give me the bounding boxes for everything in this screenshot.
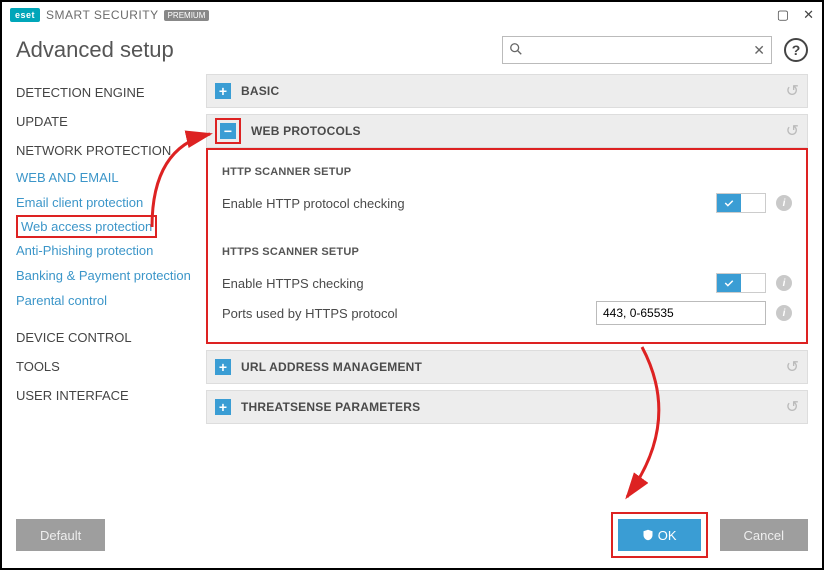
reset-icon[interactable]: ↺ <box>786 357 799 377</box>
reset-icon[interactable]: ↺ <box>786 397 799 417</box>
edition-badge: PREMIUM <box>164 10 210 21</box>
nav-tools[interactable]: TOOLS <box>16 352 206 381</box>
nav-email-client-protection[interactable]: Email client protection <box>16 190 206 215</box>
ok-button-label: OK <box>658 528 677 543</box>
row-https-ports: Ports used by HTTPS protocol i <box>222 298 792 328</box>
window-close-icon[interactable]: ✕ <box>803 7 814 23</box>
section-threatsense[interactable]: + THREATSENSE PARAMETERS ↺ <box>206 390 808 424</box>
enable-http-label: Enable HTTP protocol checking <box>222 196 716 211</box>
search-clear-icon[interactable]: ✕ <box>753 42 765 59</box>
nav-user-interface[interactable]: USER INTERFACE <box>16 381 206 410</box>
search-icon <box>509 42 523 59</box>
ok-button[interactable]: OK <box>618 519 701 551</box>
help-button[interactable]: ? <box>784 38 808 62</box>
shield-icon <box>642 529 654 541</box>
brand-badge: eset <box>10 8 40 22</box>
nav-update[interactable]: UPDATE <box>16 107 206 136</box>
reset-icon[interactable]: ↺ <box>786 81 799 101</box>
web-protocols-body: HTTP SCANNER SETUP Enable HTTP protocol … <box>206 148 808 344</box>
row-enable-http: Enable HTTP protocol checking i <box>222 188 792 218</box>
toggle-enable-http[interactable] <box>716 193 766 213</box>
https-ports-label: Ports used by HTTPS protocol <box>222 306 596 321</box>
window-maximize-icon[interactable]: ▢ <box>777 7 789 23</box>
sidebar: DETECTION ENGINE UPDATE NETWORK PROTECTI… <box>16 74 206 514</box>
search-box[interactable]: ✕ <box>502 36 772 64</box>
section-url-management-title: URL ADDRESS MANAGEMENT <box>241 360 422 374</box>
search-input[interactable] <box>503 37 771 63</box>
reset-icon[interactable]: ↺ <box>786 121 799 141</box>
ok-highlight: OK <box>611 512 708 558</box>
https-scanner-header: HTTPS SCANNER SETUP <box>222 246 792 258</box>
nav-anti-phishing[interactable]: Anti-Phishing protection <box>16 238 206 263</box>
nav-device-control[interactable]: DEVICE CONTROL <box>16 323 206 352</box>
nav-web-access-protection[interactable]: Web access protection <box>16 215 206 238</box>
collapse-icon[interactable]: − <box>220 123 236 139</box>
section-url-management[interactable]: + URL ADDRESS MANAGEMENT ↺ <box>206 350 808 384</box>
nav-parental-control[interactable]: Parental control <box>16 288 206 313</box>
row-enable-https: Enable HTTPS checking i <box>222 268 792 298</box>
default-button[interactable]: Default <box>16 519 105 551</box>
expand-icon[interactable]: + <box>215 399 231 415</box>
section-web-protocols-title: WEB PROTOCOLS <box>251 124 361 138</box>
info-icon[interactable]: i <box>776 275 792 291</box>
cancel-button[interactable]: Cancel <box>720 519 808 551</box>
page-title: Advanced setup <box>16 37 502 63</box>
titlebar: eset SMART SECURITY PREMIUM ▢ ✕ <box>2 2 822 28</box>
expand-icon[interactable]: + <box>215 83 231 99</box>
section-threatsense-title: THREATSENSE PARAMETERS <box>241 400 420 414</box>
section-basic-title: BASIC <box>241 84 279 98</box>
product-name: SMART SECURITY <box>46 8 159 22</box>
enable-https-label: Enable HTTPS checking <box>222 276 716 291</box>
nav-banking-payment[interactable]: Banking & Payment protection <box>16 263 206 288</box>
info-icon[interactable]: i <box>776 195 792 211</box>
expand-icon[interactable]: + <box>215 359 231 375</box>
content-pane: + BASIC ↺ − WEB PROTOCOLS ↺ HTTP SCANNER… <box>206 74 808 514</box>
section-web-protocols[interactable]: − WEB PROTOCOLS ↺ <box>206 114 808 148</box>
nav-detection-engine[interactable]: DETECTION ENGINE <box>16 78 206 107</box>
toggle-enable-https[interactable] <box>716 273 766 293</box>
section-basic[interactable]: + BASIC ↺ <box>206 74 808 108</box>
nav-web-and-email[interactable]: WEB AND EMAIL <box>16 165 206 190</box>
nav-network-protection[interactable]: NETWORK PROTECTION <box>16 136 206 165</box>
info-icon[interactable]: i <box>776 305 792 321</box>
https-ports-input[interactable] <box>596 301 766 325</box>
http-scanner-header: HTTP SCANNER SETUP <box>222 166 792 178</box>
collapse-highlight: − <box>215 118 241 144</box>
